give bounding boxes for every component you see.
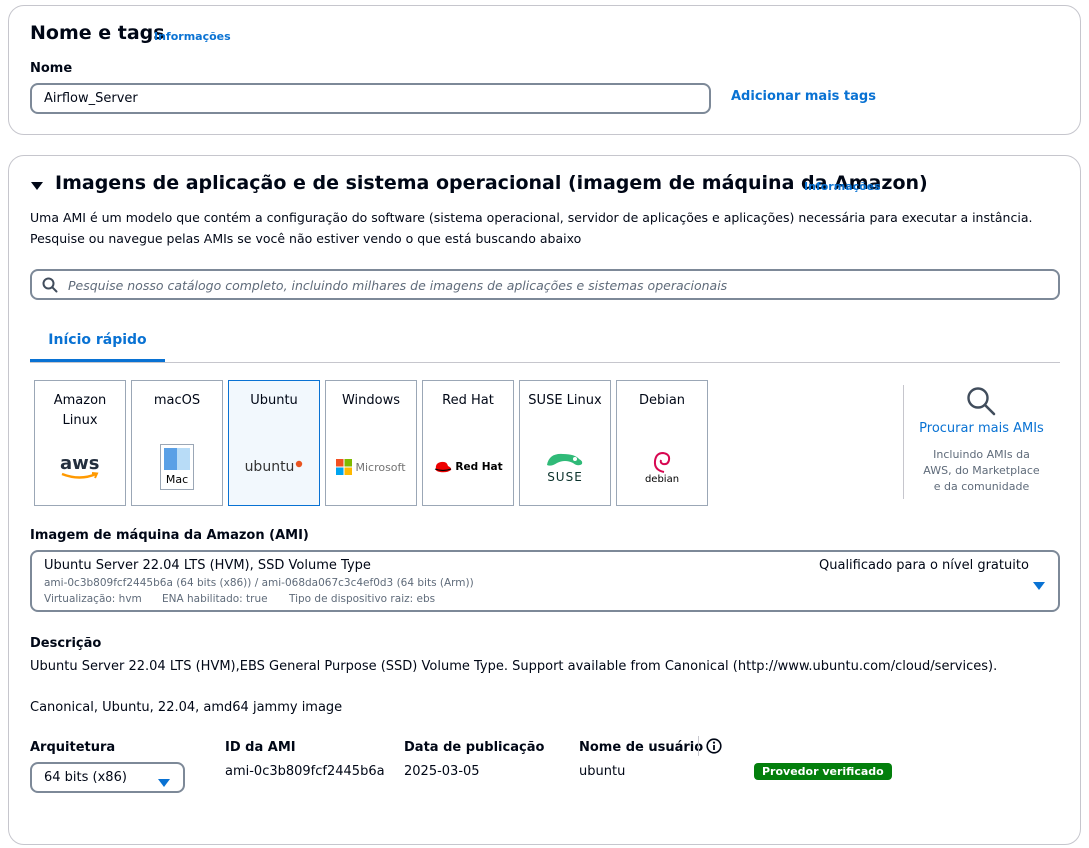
ami-description-line1: Uma AMI é um modelo que contém a configu… xyxy=(30,210,1033,225)
ami-selected-name: Ubuntu Server 22.04 LTS (HVM), SSD Volum… xyxy=(44,558,371,573)
ami-info-link[interactable]: Informações xyxy=(804,180,881,193)
browse-more-amis-link[interactable]: Procurar mais AMIs xyxy=(909,421,1054,436)
architecture-value: 64 bits (x86) xyxy=(44,770,127,785)
os-tile-label: Ubuntu xyxy=(250,393,298,408)
ami-virtualization: Virtualização: hvm xyxy=(44,593,142,605)
name-field-label: Nome xyxy=(30,61,73,76)
ami-search-input[interactable]: Pesquise nosso catálogo completo, inclui… xyxy=(30,269,1060,300)
suse-logo-icon: SUSE xyxy=(520,447,610,487)
ami-select-label: Imagem de máquina da Amazon (AMI) xyxy=(30,528,309,543)
magnifier-icon[interactable] xyxy=(966,386,996,420)
microsoft-logo-icon: Microsoft xyxy=(326,447,416,487)
ami-ena: ENA habilitado: true xyxy=(162,593,268,605)
architecture-select[interactable]: 64 bits (x86) xyxy=(30,762,185,793)
mac-logo-icon: Mac xyxy=(132,443,222,491)
collapse-caret-icon[interactable] xyxy=(30,178,44,192)
tab-quick-start-label: Início rápido xyxy=(48,332,147,348)
os-tile-label: Red Hat xyxy=(442,393,494,408)
tab-quick-start[interactable]: Início rápido xyxy=(30,329,165,361)
os-tile-suse-linux[interactable]: SUSE Linux SUSE xyxy=(519,380,611,506)
name-tags-info-link[interactable]: Informações xyxy=(154,30,231,43)
search-icon xyxy=(42,277,58,297)
ami-section-title[interactable]: Imagens de aplicação e de sistema operac… xyxy=(55,172,928,194)
info-circle-icon[interactable] xyxy=(706,738,722,758)
tabs-divider xyxy=(30,362,1060,363)
verified-provider-badge: Provedor verificado xyxy=(754,763,892,780)
os-tile-label: Debian xyxy=(638,393,686,408)
description-text-2: Canonical, Ubuntu, 22.04, amd64 jammy im… xyxy=(30,700,343,715)
ami-id-value: ami-0c3b809fcf2445b6a xyxy=(225,764,385,779)
username-value: ubuntu xyxy=(579,764,626,779)
architecture-label: Arquitetura xyxy=(30,740,116,755)
debian-logo-icon: debian xyxy=(617,443,707,491)
username-label: Nome de usuário xyxy=(579,740,704,755)
publish-date-value: 2025-03-05 xyxy=(404,764,480,779)
ami-description-line2: Pesquise ou navegue pelas AMIs se você n… xyxy=(30,231,582,246)
name-input[interactable]: Airflow_Server xyxy=(30,83,711,114)
redhat-logo-icon: Red Hat xyxy=(423,447,513,487)
os-tile-amazon-linux[interactable]: Amazon Linux aws xyxy=(34,380,126,506)
browse-more-description: Incluindo AMIs da AWS, do Marketplace e … xyxy=(923,448,1040,493)
ami-panel: Imagens de aplicação e de sistema operac… xyxy=(8,155,1081,845)
publish-date-label: Data de publicação xyxy=(404,740,545,755)
os-tile-ubuntu[interactable]: Ubuntu ubuntu xyxy=(228,380,320,506)
ami-id-label: ID da AMI xyxy=(225,740,296,755)
ami-root-device: Tipo de dispositivo raiz: ebs xyxy=(289,593,436,605)
os-tile-windows[interactable]: Windows Microsoft xyxy=(325,380,417,506)
ami-search-placeholder: Pesquise nosso catálogo completo, inclui… xyxy=(68,278,728,293)
ami-select-dropdown[interactable]: Ubuntu Server 22.04 LTS (HVM), SSD Volum… xyxy=(30,550,1060,612)
os-tile-red-hat[interactable]: Red Hat Red Hat xyxy=(422,380,514,506)
caret-down-icon xyxy=(1033,576,1045,595)
os-tile-label: Windows xyxy=(341,393,401,408)
os-tile-label: SUSE Linux xyxy=(528,393,602,408)
free-tier-label: Qualificado para o nível gratuito xyxy=(819,558,1029,573)
name-and-tags-panel: Nome e tags Informações Nome Airflow_Ser… xyxy=(8,5,1081,135)
name-and-tags-title: Nome e tags xyxy=(30,22,165,44)
os-tile-label: macOS xyxy=(153,393,201,408)
ubuntu-logo-icon: ubuntu xyxy=(229,447,319,487)
description-label: Descrição xyxy=(30,636,102,651)
description-text: Ubuntu Server 22.04 LTS (HVM),EBS Genera… xyxy=(30,659,998,674)
os-tile-debian[interactable]: Debian debian xyxy=(616,380,708,506)
aws-logo-icon: aws xyxy=(35,447,125,487)
os-tile-label: Amazon Linux xyxy=(53,393,107,428)
ami-ids-line: ami-0c3b809fcf2445b6a (64 bits (x86)) / … xyxy=(44,577,474,589)
username-divider xyxy=(698,736,699,756)
add-more-tags-link[interactable]: Adicionar mais tags xyxy=(731,89,876,104)
name-input-value: Airflow_Server xyxy=(44,91,138,106)
os-tile-macos[interactable]: macOS Mac xyxy=(131,380,223,506)
browse-divider xyxy=(903,385,904,499)
caret-down-icon xyxy=(158,773,170,792)
